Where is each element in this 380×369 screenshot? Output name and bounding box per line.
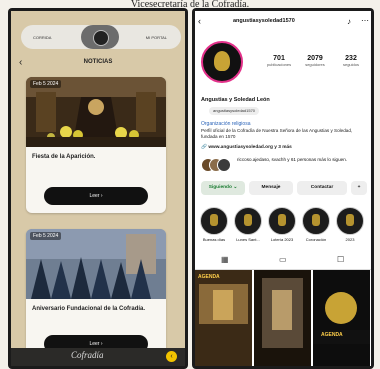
following-button[interactable]: Siguiendo ⌄ bbox=[201, 181, 245, 195]
instagram-screen: ‹ angustiasysoledad1570 ♪ ⋯ 701 publicac… bbox=[195, 11, 371, 366]
profile-username: angustiasysoledad1570 bbox=[233, 18, 295, 24]
tagged-tab-icon[interactable]: ☐ bbox=[337, 255, 344, 264]
more-options-icon[interactable]: ⋯ bbox=[361, 16, 369, 25]
story-highlight[interactable]: Lunes Sant... bbox=[233, 207, 263, 242]
stat-value: 232 bbox=[345, 55, 357, 62]
portal-toggle[interactable]: CORRIDA MI PORTAL bbox=[21, 25, 181, 49]
profile-link-text[interactable]: www.angustiasysoledad.org y 3 más bbox=[208, 145, 292, 150]
followed-by[interactable]: riccoso.ajedaso, svachh y 61 personas má… bbox=[201, 156, 367, 172]
add-person-button[interactable]: + bbox=[351, 181, 367, 195]
stat-following[interactable]: 232 seguidos bbox=[333, 55, 369, 67]
profile-bio: Perfil oficial de la Cofradía de Nuestra… bbox=[201, 128, 353, 139]
left-phone: CORRIDA MI PORTAL ‹ NOTICIAS Feb 5 2024 … bbox=[8, 8, 188, 369]
story-highlight[interactable]: Lotería 2023 bbox=[267, 207, 297, 242]
bell-icon[interactable]: ♪ bbox=[347, 17, 351, 26]
news-card[interactable]: Feb 5 2024 Aniversario Fundacional de la… bbox=[26, 229, 166, 361]
highlight-label: Lunes Sant... bbox=[236, 237, 260, 242]
story-highlight[interactable]: 2023 bbox=[335, 207, 365, 242]
highlight-label: 2023 bbox=[345, 237, 355, 242]
back-arrow-icon[interactable]: ‹ bbox=[198, 16, 201, 26]
news-title: Fiesta de la Aparición. bbox=[32, 154, 96, 160]
profile-header: ‹ angustiasysoledad1570 ♪ ⋯ bbox=[195, 15, 371, 29]
stat-value: 2079 bbox=[307, 55, 323, 62]
story-highlight[interactable]: Buenas días bbox=[199, 207, 229, 242]
news-title: Aniversario Fundacional de la Cofradía. bbox=[32, 306, 146, 312]
reels-tab-icon[interactable]: ▭ bbox=[279, 255, 287, 264]
post-thumbnail[interactable]: AGENDA bbox=[195, 270, 252, 366]
highlight-label: Coronación bbox=[305, 237, 327, 242]
highlight-cover bbox=[234, 207, 262, 235]
toggle-right-label[interactable]: MI PORTAL bbox=[146, 35, 167, 40]
news-card[interactable]: Feb 5 2024 Fiesta de la Aparición. Leer … bbox=[26, 77, 166, 213]
news-date: Feb 5 2024 bbox=[30, 232, 62, 240]
right-phone: ‹ angustiasysoledad1570 ♪ ⋯ 701 publicac… bbox=[192, 8, 374, 369]
stat-value: 701 bbox=[273, 55, 285, 62]
news-date: Feb 5 2024 bbox=[30, 80, 62, 88]
follower-avatars bbox=[201, 158, 231, 172]
stat-followers[interactable]: 2079 seguidores bbox=[297, 55, 333, 67]
post-label: AGENDA bbox=[198, 274, 220, 280]
stat-posts[interactable]: 701 publicaciones bbox=[261, 55, 297, 67]
followed-by-text: riccoso.ajedaso, svachh y 61 personas má… bbox=[237, 157, 348, 162]
section-header: ‹ NOTICIAS bbox=[11, 55, 185, 71]
section-title: NOTICIAS bbox=[83, 59, 113, 65]
stat-label: seguidos bbox=[342, 62, 359, 67]
post-thumbnail[interactable]: AGENDA bbox=[313, 270, 370, 366]
grid-tab-icon[interactable]: ▦ bbox=[221, 255, 229, 264]
display-name: Angustias y Soledad León bbox=[201, 97, 270, 103]
stat-label: publicaciones bbox=[266, 62, 292, 67]
profile-tabs: ▦ ▭ ☐ bbox=[195, 255, 371, 270]
post-thumbnail[interactable] bbox=[254, 270, 311, 366]
read-more-button[interactable]: Leer › bbox=[44, 187, 148, 205]
profile-category: Organización religiosa bbox=[201, 121, 251, 127]
highlight-cover bbox=[302, 207, 330, 235]
highlight-label: Buenas días bbox=[202, 237, 226, 242]
posts-grid: AGENDA AGENDA bbox=[195, 270, 371, 366]
profile-avatar[interactable] bbox=[201, 41, 243, 83]
news-image: Feb 5 2024 bbox=[26, 229, 166, 299]
highlight-cover bbox=[268, 207, 296, 235]
profile-link[interactable]: 🔗 www.angustiasysoledad.org y 3 más bbox=[201, 145, 292, 150]
threads-handle-chip[interactable]: angustiasysoledad1570 bbox=[209, 107, 260, 115]
bottom-bar: Cofradía ‹ bbox=[11, 348, 185, 366]
toggle-left-label[interactable]: CORRIDA bbox=[33, 35, 51, 40]
highlight-label: Lotería 2023 bbox=[270, 237, 294, 242]
post-label: AGENDA bbox=[321, 332, 343, 338]
contact-button[interactable]: Contactar bbox=[297, 181, 347, 195]
highlight-cover bbox=[336, 207, 364, 235]
brotherhood-logo-icon bbox=[81, 25, 119, 49]
highlight-cover bbox=[200, 207, 228, 235]
signature-logo: Cofradía bbox=[71, 350, 104, 360]
scroll-badge-icon[interactable]: ‹ bbox=[166, 351, 177, 362]
left-screen: CORRIDA MI PORTAL ‹ NOTICIAS Feb 5 2024 … bbox=[11, 11, 185, 366]
story-highlight[interactable]: Coronación bbox=[301, 207, 331, 242]
news-image: Feb 5 2024 bbox=[26, 77, 166, 147]
stat-label: seguidores bbox=[305, 62, 325, 67]
message-button[interactable]: Mensaje bbox=[249, 181, 293, 195]
